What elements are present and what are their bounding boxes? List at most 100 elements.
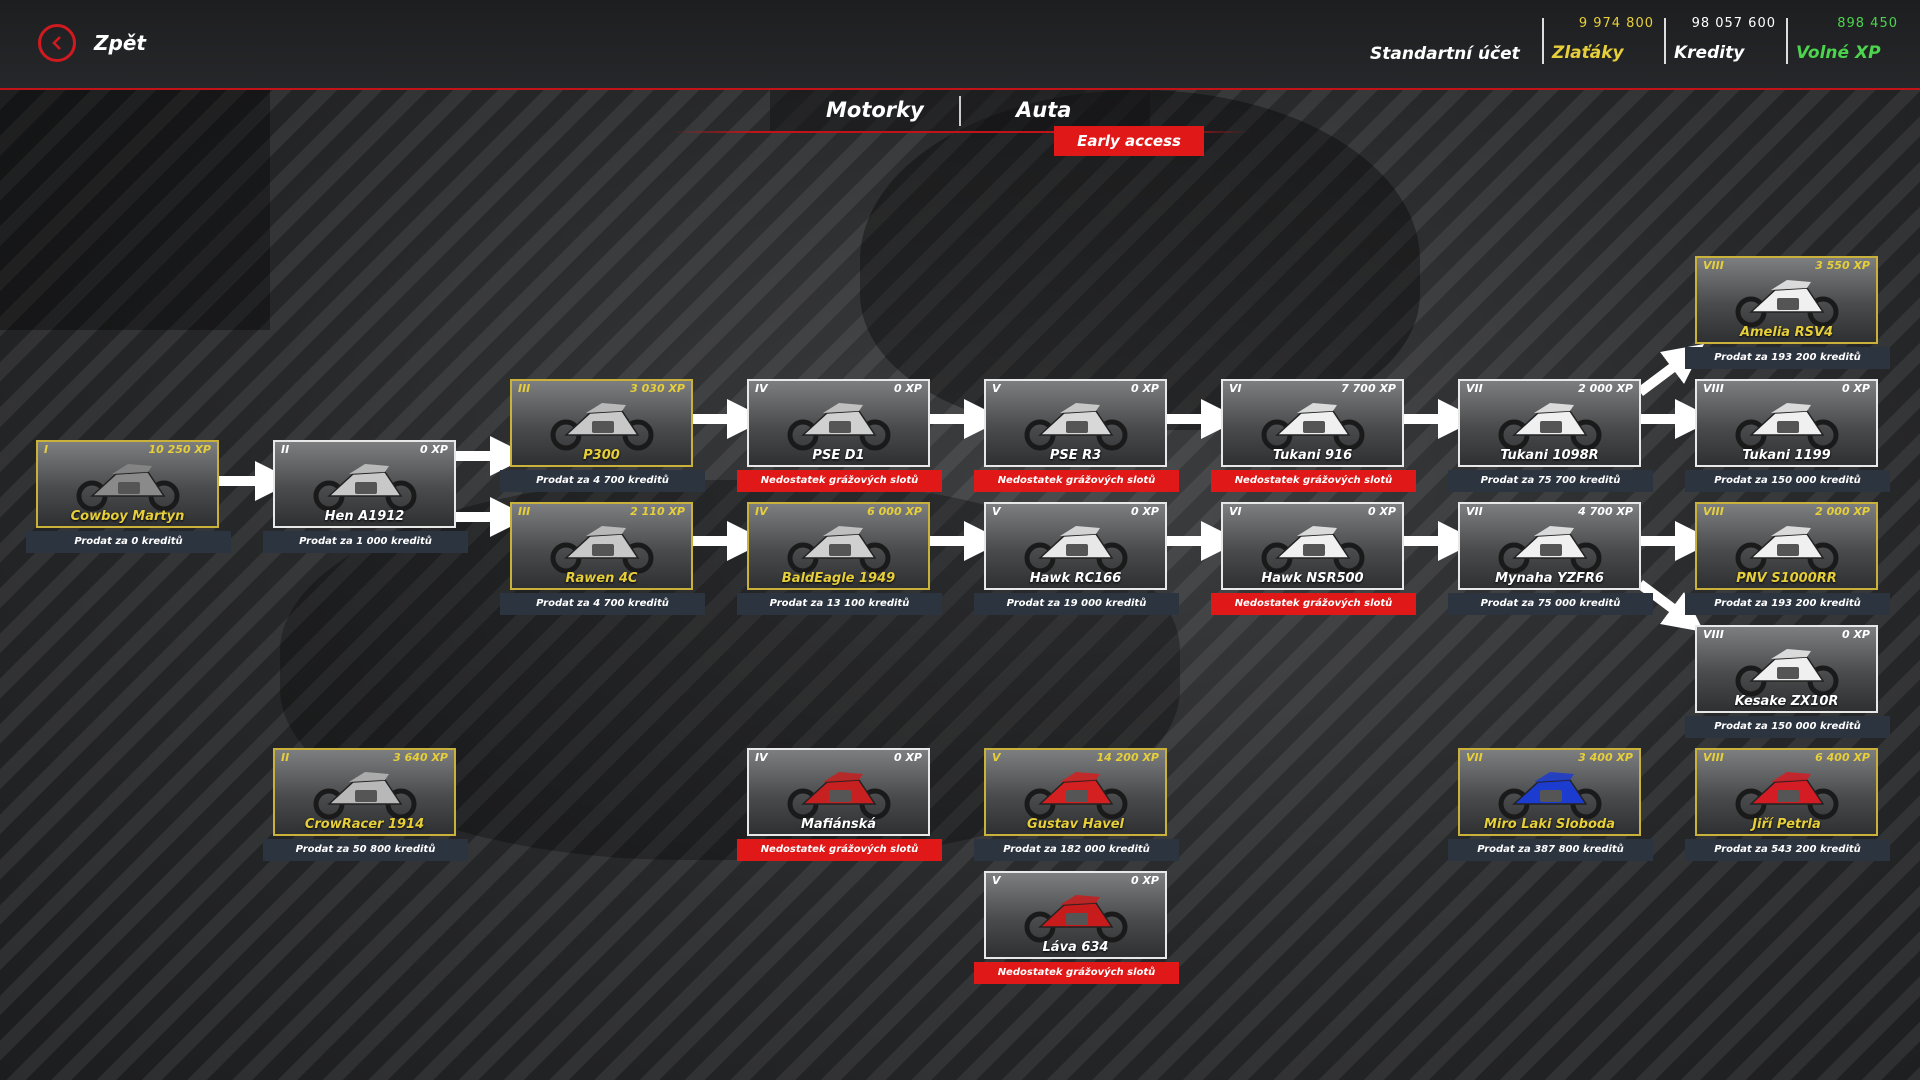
vehicle-name: Láva 634 — [1042, 940, 1109, 955]
vehicle-card[interactable]: V 0 XP PSE R3 — [984, 379, 1167, 467]
vehicle-card[interactable]: VI 0 XP Hawk NSR500 — [1221, 502, 1404, 590]
vehicle-card[interactable]: IV 0 XP Mafiánská — [747, 748, 930, 836]
vehicle-card[interactable]: II 0 XP Hen A1912 — [273, 440, 456, 528]
xp-label: 0 XP — [1841, 382, 1870, 395]
vehicle-status: Nedostatek grážových slotů — [1211, 470, 1416, 492]
vehicle-node-tukani1199[interactable]: VIII 0 XP Tukani 1199 Prodat za 150 000 kre… — [1685, 379, 1890, 494]
tier-label: VIII — [1703, 505, 1724, 518]
motorcycle-icon — [313, 464, 417, 512]
vehicle-status[interactable]: Prodat za 4 700 kreditů — [500, 593, 705, 615]
vehicle-status: Nedostatek grážových slotů — [1211, 593, 1416, 615]
vehicle-card[interactable]: IV 6 000 XP BaldEagle 1949 — [747, 502, 930, 590]
vehicle-status[interactable]: Prodat za 387 800 kreditů — [1448, 839, 1653, 861]
vehicle-status[interactable]: Prodat za 193 200 kreditů — [1685, 593, 1890, 615]
vehicle-card[interactable]: VII 3 400 XP Miro Laki Sloboda — [1458, 748, 1641, 836]
tier-label: V — [992, 505, 1001, 518]
vehicle-node-crowracer[interactable]: II 3 640 XP CrowRacer 1914 Prodat za 50 800… — [263, 748, 468, 863]
vehicle-node-amelia[interactable]: VIII 3 550 XP Amelia RSV4 Prodat za 193 200… — [1685, 256, 1890, 371]
vehicle-node-cowboy[interactable]: I 10 250 XP Cowboy Martyn Prodat za 0 kredi… — [26, 440, 231, 555]
vehicle-card[interactable]: III 2 110 XP Rawen 4C — [510, 502, 693, 590]
tier-label: VIII — [1703, 751, 1724, 764]
xp-label: 0 XP — [893, 751, 922, 764]
vehicle-name: CrowRacer 1914 — [304, 817, 425, 832]
vehicle-node-psed1[interactable]: IV 0 XP PSE D1 Nedostatek grážových slotů — [737, 379, 942, 494]
motorcycle-icon — [1024, 526, 1128, 574]
motorcycle-icon — [1261, 403, 1365, 451]
vehicle-card[interactable]: V 0 XP Hawk RC166 — [984, 502, 1167, 590]
motorcycle-icon — [1735, 403, 1839, 451]
vehicle-node-lava[interactable]: V 0 XP Láva 634 Nedostatek grážových slotů — [974, 871, 1179, 986]
vehicle-status[interactable]: Prodat za 75 700 kreditů — [1448, 470, 1653, 492]
tier-label: V — [992, 751, 1001, 764]
vehicle-node-rawen[interactable]: III 2 110 XP Rawen 4C Prodat za 4 700 kredi… — [500, 502, 705, 617]
motorcycle-icon — [76, 464, 180, 512]
motorcycle-icon — [1261, 526, 1365, 574]
vehicle-status[interactable]: Prodat za 150 000 kreditů — [1685, 716, 1890, 738]
vehicle-status: Nedostatek grážových slotů — [974, 962, 1179, 984]
vehicle-node-mafianska[interactable]: IV 0 XP Mafiánská Nedostatek grážových slot… — [737, 748, 942, 863]
vehicle-card[interactable]: I 10 250 XP Cowboy Martyn — [36, 440, 219, 528]
vehicle-name: Hawk RC166 — [1029, 571, 1122, 586]
vehicle-node-pnv[interactable]: VIII 2 000 XP PNV S1000RR Prodat za 193 200… — [1685, 502, 1890, 617]
vehicle-card[interactable]: IV 0 XP PSE D1 — [747, 379, 930, 467]
vehicle-card[interactable]: V 0 XP Láva 634 — [984, 871, 1167, 959]
vehicle-status[interactable]: Prodat za 150 000 kreditů — [1685, 470, 1890, 492]
xp-label: 0 XP — [1130, 874, 1159, 887]
vehicle-card[interactable]: VII 4 700 XP Mynaha YZFR6 — [1458, 502, 1641, 590]
motorcycle-icon — [1735, 772, 1839, 820]
vehicle-node-kesake[interactable]: VIII 0 XP Kesake ZX10R Prodat za 150 000 kr… — [1685, 625, 1890, 740]
vehicle-name: Mynaha YZFR6 — [1495, 571, 1604, 586]
tier-label: VIII — [1703, 382, 1724, 395]
tier-label: I — [44, 443, 49, 456]
xp-label: 7 700 XP — [1341, 382, 1396, 395]
vehicle-status: Nedostatek grážových slotů — [737, 839, 942, 861]
vehicle-name: Amelia RSV4 — [1739, 325, 1834, 340]
vehicle-card[interactable]: VIII 0 XP Tukani 1199 — [1695, 379, 1878, 467]
vehicle-node-hawknsr[interactable]: VI 0 XP Hawk NSR500 Nedostatek grážových sl… — [1211, 502, 1416, 617]
tier-label: V — [992, 874, 1001, 887]
vehicle-name: Miro Laki Sloboda — [1483, 817, 1615, 832]
vehicle-status[interactable]: Prodat za 13 100 kreditů — [737, 593, 942, 615]
tier-label: VIII — [1703, 259, 1724, 272]
vehicle-status[interactable]: Prodat za 50 800 kreditů — [263, 839, 468, 861]
xp-label: 3 550 XP — [1815, 259, 1870, 272]
vehicle-node-miro[interactable]: VII 3 400 XP Miro Laki Sloboda Prodat za 38… — [1448, 748, 1653, 863]
vehicle-status[interactable]: Prodat za 182 000 kreditů — [974, 839, 1179, 861]
vehicle-node-hen[interactable]: II 0 XP Hen A1912 Prodat za 1 000 kreditů — [263, 440, 468, 555]
vehicle-card[interactable]: VIII 3 550 XP Amelia RSV4 — [1695, 256, 1878, 344]
vehicle-card[interactable]: V 14 200 XP Gustav Havel — [984, 748, 1167, 836]
xp-label: 0 XP — [893, 382, 922, 395]
vehicle-status[interactable]: Prodat za 1 000 kreditů — [263, 531, 468, 553]
motorcycle-icon — [550, 526, 654, 574]
vehicle-node-hawkrc[interactable]: V 0 XP Hawk RC166 Prodat za 19 000 kreditů — [974, 502, 1179, 617]
vehicle-status[interactable]: Prodat za 19 000 kreditů — [974, 593, 1179, 615]
vehicle-node-pser3[interactable]: V 0 XP PSE R3 Nedostatek grážových slotů — [974, 379, 1179, 494]
vehicle-card[interactable]: VIII 0 XP Kesake ZX10R — [1695, 625, 1878, 713]
vehicle-node-p300[interactable]: III 3 030 XP P300 Prodat za 4 700 kreditů — [500, 379, 705, 494]
xp-label: 6 000 XP — [867, 505, 922, 518]
vehicle-status[interactable]: Prodat za 193 200 kreditů — [1685, 347, 1890, 369]
vehicle-status[interactable]: Prodat za 4 700 kreditů — [500, 470, 705, 492]
vehicle-card[interactable]: VIII 2 000 XP PNV S1000RR — [1695, 502, 1878, 590]
vehicle-card[interactable]: II 3 640 XP CrowRacer 1914 — [273, 748, 456, 836]
vehicle-card[interactable]: VIII 6 400 XP Jiří Petrla — [1695, 748, 1878, 836]
xp-label: 0 XP — [1130, 382, 1159, 395]
xp-label: 4 700 XP — [1578, 505, 1633, 518]
vehicle-node-tukani916[interactable]: VI 7 700 XP Tukani 916 Nedostatek grážových… — [1211, 379, 1416, 494]
vehicle-name: Jiří Petrla — [1752, 817, 1821, 832]
vehicle-node-baldeagle[interactable]: IV 6 000 XP BaldEagle 1949 Prodat za 13 100… — [737, 502, 942, 617]
vehicle-node-jiri[interactable]: VIII 6 400 XP Jiří Petrla Prodat za 543 200… — [1685, 748, 1890, 863]
vehicle-node-mynaha[interactable]: VII 4 700 XP Mynaha YZFR6 Prodat za 75 000 … — [1448, 502, 1653, 617]
vehicle-card[interactable]: VII 2 000 XP Tukani 1098R — [1458, 379, 1641, 467]
vehicle-status[interactable]: Prodat za 0 kreditů — [26, 531, 231, 553]
vehicle-card[interactable]: III 3 030 XP P300 — [510, 379, 693, 467]
xp-label: 0 XP — [1367, 505, 1396, 518]
vehicle-name: Tukani 916 — [1272, 448, 1353, 463]
vehicle-node-tukani1098[interactable]: VII 2 000 XP Tukani 1098R Prodat za 75 700 … — [1448, 379, 1653, 494]
vehicle-node-gustav[interactable]: V 14 200 XP Gustav Havel Prodat za 182 000 … — [974, 748, 1179, 863]
vehicle-status[interactable]: Prodat za 543 200 kreditů — [1685, 839, 1890, 861]
motorcycle-icon — [1024, 895, 1128, 943]
vehicle-status[interactable]: Prodat za 75 000 kreditů — [1448, 593, 1653, 615]
tier-label: VII — [1466, 382, 1483, 395]
vehicle-card[interactable]: VI 7 700 XP Tukani 916 — [1221, 379, 1404, 467]
